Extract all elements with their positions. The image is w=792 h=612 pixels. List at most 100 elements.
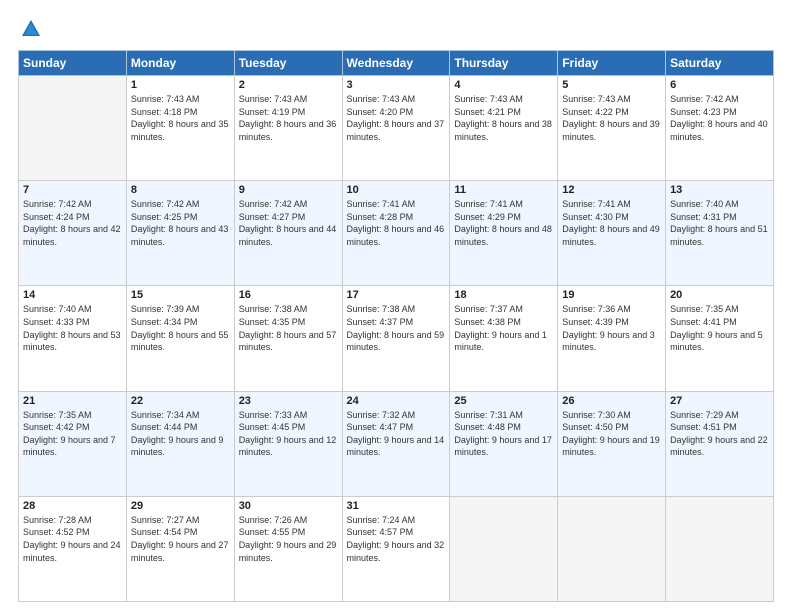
calendar-cell: 29 Sunrise: 7:27 AMSunset: 4:54 PMDaylig… [126, 496, 234, 601]
day-info: Sunrise: 7:27 AMSunset: 4:54 PMDaylight:… [131, 515, 229, 563]
calendar-cell: 26 Sunrise: 7:30 AMSunset: 4:50 PMDaylig… [558, 391, 666, 496]
day-info: Sunrise: 7:43 AMSunset: 4:20 PMDaylight:… [347, 94, 445, 142]
day-number: 23 [239, 395, 338, 407]
calendar-cell: 4 Sunrise: 7:43 AMSunset: 4:21 PMDayligh… [450, 76, 558, 181]
calendar-cell: 15 Sunrise: 7:39 AMSunset: 4:34 PMDaylig… [126, 286, 234, 391]
calendar-cell: 2 Sunrise: 7:43 AMSunset: 4:19 PMDayligh… [234, 76, 342, 181]
logo [18, 18, 42, 40]
day-number: 7 [23, 184, 122, 196]
col-header-wednesday: Wednesday [342, 51, 450, 76]
calendar-cell: 12 Sunrise: 7:41 AMSunset: 4:30 PMDaylig… [558, 181, 666, 286]
calendar-cell: 22 Sunrise: 7:34 AMSunset: 4:44 PMDaylig… [126, 391, 234, 496]
calendar-cell: 3 Sunrise: 7:43 AMSunset: 4:20 PMDayligh… [342, 76, 450, 181]
day-info: Sunrise: 7:43 AMSunset: 4:18 PMDaylight:… [131, 94, 229, 142]
calendar-cell [666, 496, 774, 601]
day-number: 9 [239, 184, 338, 196]
logo-icon [20, 18, 42, 40]
day-number: 6 [670, 79, 769, 91]
day-info: Sunrise: 7:32 AMSunset: 4:47 PMDaylight:… [347, 410, 445, 458]
calendar-cell: 10 Sunrise: 7:41 AMSunset: 4:28 PMDaylig… [342, 181, 450, 286]
day-info: Sunrise: 7:42 AMSunset: 4:23 PMDaylight:… [670, 94, 768, 142]
day-number: 12 [562, 184, 661, 196]
day-number: 5 [562, 79, 661, 91]
col-header-friday: Friday [558, 51, 666, 76]
calendar-cell: 8 Sunrise: 7:42 AMSunset: 4:25 PMDayligh… [126, 181, 234, 286]
calendar-cell: 30 Sunrise: 7:26 AMSunset: 4:55 PMDaylig… [234, 496, 342, 601]
calendar-cell: 31 Sunrise: 7:24 AMSunset: 4:57 PMDaylig… [342, 496, 450, 601]
calendar-cell: 21 Sunrise: 7:35 AMSunset: 4:42 PMDaylig… [19, 391, 127, 496]
day-number: 4 [454, 79, 553, 91]
col-header-sunday: Sunday [19, 51, 127, 76]
calendar-cell: 25 Sunrise: 7:31 AMSunset: 4:48 PMDaylig… [450, 391, 558, 496]
day-number: 14 [23, 289, 122, 301]
day-info: Sunrise: 7:28 AMSunset: 4:52 PMDaylight:… [23, 515, 121, 563]
day-number: 8 [131, 184, 230, 196]
day-info: Sunrise: 7:43 AMSunset: 4:22 PMDaylight:… [562, 94, 660, 142]
day-number: 16 [239, 289, 338, 301]
calendar-cell: 1 Sunrise: 7:43 AMSunset: 4:18 PMDayligh… [126, 76, 234, 181]
calendar-cell: 27 Sunrise: 7:29 AMSunset: 4:51 PMDaylig… [666, 391, 774, 496]
day-number: 24 [347, 395, 446, 407]
day-number: 29 [131, 500, 230, 512]
calendar-cell: 16 Sunrise: 7:38 AMSunset: 4:35 PMDaylig… [234, 286, 342, 391]
day-number: 27 [670, 395, 769, 407]
day-number: 21 [23, 395, 122, 407]
week-row-2: 7 Sunrise: 7:42 AMSunset: 4:24 PMDayligh… [19, 181, 774, 286]
col-header-tuesday: Tuesday [234, 51, 342, 76]
day-number: 18 [454, 289, 553, 301]
day-info: Sunrise: 7:35 AMSunset: 4:42 PMDaylight:… [23, 410, 116, 458]
page: SundayMondayTuesdayWednesdayThursdayFrid… [0, 0, 792, 612]
day-info: Sunrise: 7:43 AMSunset: 4:21 PMDaylight:… [454, 94, 552, 142]
calendar-cell: 17 Sunrise: 7:38 AMSunset: 4:37 PMDaylig… [342, 286, 450, 391]
day-number: 28 [23, 500, 122, 512]
calendar-cell [450, 496, 558, 601]
day-info: Sunrise: 7:40 AMSunset: 4:31 PMDaylight:… [670, 199, 768, 247]
day-info: Sunrise: 7:41 AMSunset: 4:29 PMDaylight:… [454, 199, 552, 247]
day-number: 1 [131, 79, 230, 91]
day-number: 31 [347, 500, 446, 512]
day-info: Sunrise: 7:31 AMSunset: 4:48 PMDaylight:… [454, 410, 552, 458]
day-info: Sunrise: 7:41 AMSunset: 4:30 PMDaylight:… [562, 199, 660, 247]
day-info: Sunrise: 7:41 AMSunset: 4:28 PMDaylight:… [347, 199, 445, 247]
day-number: 19 [562, 289, 661, 301]
week-row-1: 1 Sunrise: 7:43 AMSunset: 4:18 PMDayligh… [19, 76, 774, 181]
calendar-cell [558, 496, 666, 601]
day-info: Sunrise: 7:38 AMSunset: 4:37 PMDaylight:… [347, 304, 445, 352]
day-info: Sunrise: 7:42 AMSunset: 4:24 PMDaylight:… [23, 199, 121, 247]
calendar-cell: 5 Sunrise: 7:43 AMSunset: 4:22 PMDayligh… [558, 76, 666, 181]
day-number: 13 [670, 184, 769, 196]
day-info: Sunrise: 7:37 AMSunset: 4:38 PMDaylight:… [454, 304, 547, 352]
day-info: Sunrise: 7:29 AMSunset: 4:51 PMDaylight:… [670, 410, 768, 458]
calendar-cell: 14 Sunrise: 7:40 AMSunset: 4:33 PMDaylig… [19, 286, 127, 391]
day-info: Sunrise: 7:42 AMSunset: 4:25 PMDaylight:… [131, 199, 229, 247]
day-info: Sunrise: 7:36 AMSunset: 4:39 PMDaylight:… [562, 304, 655, 352]
col-header-saturday: Saturday [666, 51, 774, 76]
day-info: Sunrise: 7:30 AMSunset: 4:50 PMDaylight:… [562, 410, 660, 458]
calendar-cell: 7 Sunrise: 7:42 AMSunset: 4:24 PMDayligh… [19, 181, 127, 286]
day-number: 20 [670, 289, 769, 301]
day-info: Sunrise: 7:26 AMSunset: 4:55 PMDaylight:… [239, 515, 337, 563]
calendar-cell: 28 Sunrise: 7:28 AMSunset: 4:52 PMDaylig… [19, 496, 127, 601]
calendar-cell: 18 Sunrise: 7:37 AMSunset: 4:38 PMDaylig… [450, 286, 558, 391]
day-info: Sunrise: 7:38 AMSunset: 4:35 PMDaylight:… [239, 304, 337, 352]
week-row-3: 14 Sunrise: 7:40 AMSunset: 4:33 PMDaylig… [19, 286, 774, 391]
day-number: 22 [131, 395, 230, 407]
calendar-cell: 6 Sunrise: 7:42 AMSunset: 4:23 PMDayligh… [666, 76, 774, 181]
day-info: Sunrise: 7:34 AMSunset: 4:44 PMDaylight:… [131, 410, 224, 458]
day-info: Sunrise: 7:43 AMSunset: 4:19 PMDaylight:… [239, 94, 337, 142]
header [18, 18, 774, 40]
calendar-cell: 20 Sunrise: 7:35 AMSunset: 4:41 PMDaylig… [666, 286, 774, 391]
col-header-thursday: Thursday [450, 51, 558, 76]
day-info: Sunrise: 7:24 AMSunset: 4:57 PMDaylight:… [347, 515, 445, 563]
week-row-5: 28 Sunrise: 7:28 AMSunset: 4:52 PMDaylig… [19, 496, 774, 601]
calendar-cell: 13 Sunrise: 7:40 AMSunset: 4:31 PMDaylig… [666, 181, 774, 286]
day-number: 17 [347, 289, 446, 301]
day-number: 2 [239, 79, 338, 91]
calendar-cell: 19 Sunrise: 7:36 AMSunset: 4:39 PMDaylig… [558, 286, 666, 391]
day-number: 3 [347, 79, 446, 91]
week-row-4: 21 Sunrise: 7:35 AMSunset: 4:42 PMDaylig… [19, 391, 774, 496]
day-number: 15 [131, 289, 230, 301]
day-info: Sunrise: 7:35 AMSunset: 4:41 PMDaylight:… [670, 304, 763, 352]
day-info: Sunrise: 7:42 AMSunset: 4:27 PMDaylight:… [239, 199, 337, 247]
day-number: 26 [562, 395, 661, 407]
